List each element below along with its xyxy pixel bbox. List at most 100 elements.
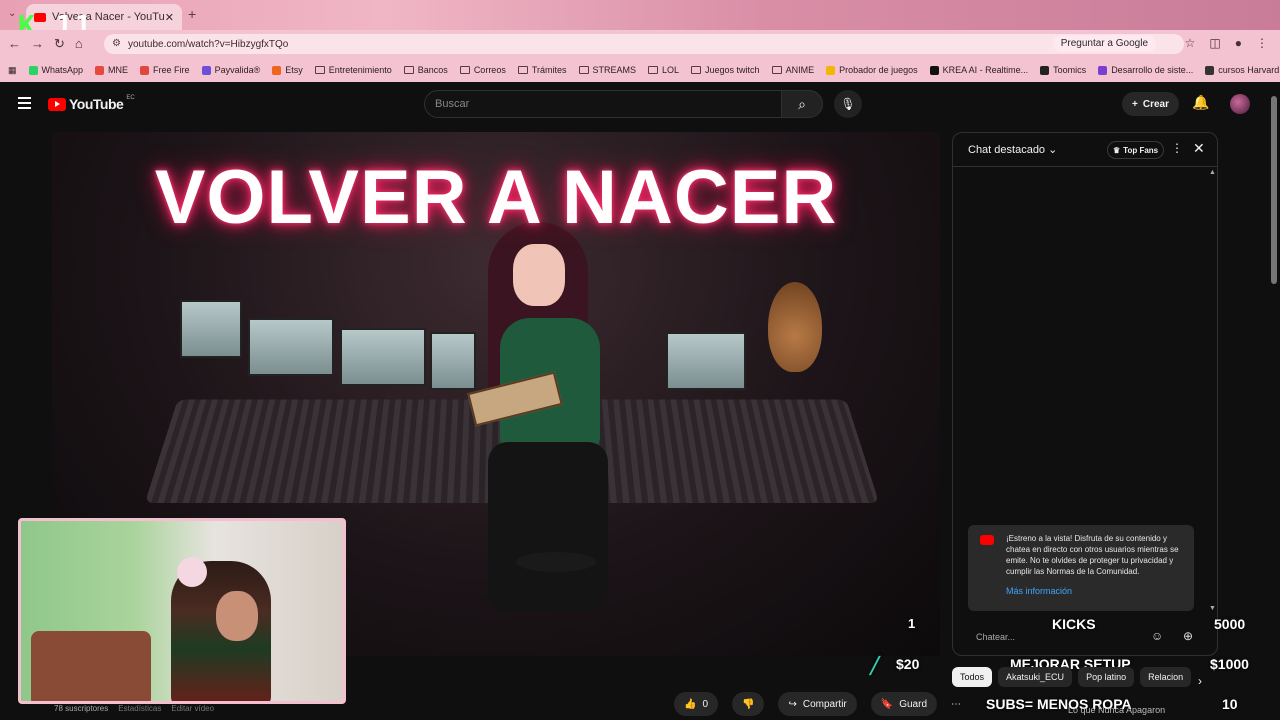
ask-google-button[interactable]: Preguntar a Google — [1052, 35, 1156, 52]
add-icon[interactable]: ⊕ — [1183, 629, 1193, 643]
bookmark-item[interactable]: Correos — [459, 65, 506, 75]
extensions-icon[interactable]: ◫ — [1209, 36, 1220, 50]
chat-scroll-down-icon[interactable]: ▼ — [1209, 605, 1216, 612]
bookmark-item[interactable]: Bancos — [403, 65, 448, 75]
save-button[interactable]: 🔖 Guard — [870, 692, 938, 716]
bookmark-item[interactable]: Free Fire — [140, 65, 190, 75]
bookmark-item[interactable]: Payvalida® — [201, 65, 260, 75]
stats-button[interactable]: Estadísticas — [118, 704, 161, 713]
bookmark-item[interactable]: KREA AI - Realtime... — [929, 65, 1028, 75]
chat-placeholder: Chatear... — [976, 632, 1016, 642]
emoji-icon[interactable]: ☺ — [1151, 629, 1163, 643]
video-title-overlay: VOLVER A NACER — [154, 155, 838, 240]
bookmark-item[interactable]: Entretenimiento — [314, 65, 392, 75]
folder-icon — [771, 66, 782, 74]
filter-chip[interactable]: Todos — [952, 667, 993, 687]
bookmark-label: Etsy — [285, 65, 303, 75]
account-avatar[interactable] — [1230, 94, 1250, 114]
filter-chip[interactable]: Pop latino — [1078, 667, 1135, 687]
bookmark-item[interactable]: Etsy — [272, 65, 303, 75]
bookmark-star-icon[interactable]: ☆ — [1185, 36, 1196, 50]
studio-monitor — [666, 332, 746, 390]
filter-chip[interactable]: Akatsuki_ECU — [998, 667, 1073, 687]
bookmark-label: ANIME — [785, 65, 815, 75]
create-label: Crear — [1142, 98, 1169, 110]
youtube-logo[interactable]: YouTube EC — [48, 95, 135, 112]
reload-icon[interactable]: ↻ — [54, 36, 65, 52]
chat-more-icon[interactable]: ⋮ — [1171, 141, 1183, 155]
anime-woman-figure — [448, 222, 648, 652]
more-info-link[interactable]: Más información — [1006, 586, 1186, 597]
edit-video-button[interactable]: Editar vídeo — [171, 704, 214, 713]
bookmark-icon: 🔖 — [880, 698, 894, 710]
search-button[interactable]: ⌕ — [781, 90, 823, 118]
url-field[interactable]: ⚙ youtube.com/watch?v=HibzygfxTQo — [104, 34, 1184, 54]
apps-grid-icon[interactable]: ▦ — [8, 65, 17, 76]
bookmark-favicon-icon — [1098, 65, 1108, 75]
bookmark-favicon-icon — [28, 65, 38, 75]
nav-buttons: ← → ↻ ⌂ — [8, 36, 83, 52]
live-chat-panel: Chat destacado ⌄ ♛ Top Fans ⋮ ✕ ▲ ¡Estren… — [952, 132, 1218, 656]
bookmark-favicon-icon — [201, 65, 211, 75]
related-video-title[interactable]: Lo que Nunca Apagaron — [1068, 705, 1165, 715]
chat-title: Chat destacado — [968, 144, 1046, 156]
bookmark-label: Trámites — [531, 65, 567, 75]
home-icon[interactable]: ⌂ — [75, 36, 83, 52]
overlay-counter: 1 — [908, 616, 916, 631]
tab-search-icon[interactable]: ⌄ — [8, 8, 16, 19]
overlay-kicks-label: KICKS — [1052, 616, 1096, 632]
notifications-bell-icon[interactable]: 🔔 — [1192, 94, 1209, 111]
youtube-header: YouTube EC Buscar ⌕ 🎙 + Crear 🔔 — [0, 84, 1280, 124]
studio-monitor — [340, 328, 426, 386]
filter-chip[interactable]: Relacion — [1140, 667, 1192, 687]
bookmark-item[interactable]: WhatsApp — [28, 65, 83, 75]
share-button[interactable]: ↪ Compartir — [778, 692, 857, 716]
chat-scroll-up-icon[interactable]: ▲ — [1209, 169, 1216, 176]
page-scrollbar[interactable] — [1271, 96, 1277, 284]
dislike-button[interactable]: 👎 — [732, 692, 765, 716]
like-button[interactable]: 👍 0 — [674, 692, 719, 716]
back-icon[interactable]: ← — [8, 36, 21, 52]
chat-mode-dropdown[interactable]: Chat destacado ⌄ — [968, 143, 1057, 156]
bookmark-item[interactable]: Toomics — [1040, 65, 1086, 75]
bookmark-item[interactable]: Juegos twitch — [691, 65, 760, 75]
microphone-icon: 🎙 — [840, 97, 856, 111]
chips-next-icon[interactable]: › — [1198, 674, 1202, 688]
bookmark-item[interactable]: STREAMS — [578, 65, 636, 75]
bookmark-item[interactable]: Trámites — [517, 65, 567, 75]
search-icon: ⌕ — [798, 95, 806, 112]
top-fans-button[interactable]: ♛ Top Fans — [1107, 141, 1165, 159]
close-chat-icon[interactable]: ✕ — [1193, 140, 1205, 157]
new-tab-icon[interactable]: + — [188, 6, 196, 22]
create-button[interactable]: + Crear — [1122, 92, 1179, 116]
video-actions: 👍 0 👎 ↪ Compartir 🔖 Guard ⋯ — [674, 692, 961, 716]
close-tab-icon[interactable]: ✕ — [165, 11, 174, 24]
folder-icon — [691, 66, 702, 74]
more-actions-icon[interactable]: ⋯ — [951, 699, 961, 710]
bookmark-item[interactable]: Probador de juegos — [826, 65, 918, 75]
search-input[interactable]: Buscar — [424, 90, 782, 118]
bookmark-label: Bancos — [417, 65, 448, 75]
bookmark-item[interactable]: ANIME — [771, 65, 815, 75]
menu-hamburger-icon[interactable] — [18, 97, 31, 112]
forward-icon[interactable]: → — [31, 36, 44, 52]
bookmark-favicon-icon — [929, 65, 939, 75]
studio-monitor — [180, 300, 242, 358]
bookmark-label: Entretenimiento — [328, 65, 392, 75]
bookmark-item[interactable]: MNE — [95, 65, 128, 75]
voice-search-button[interactable]: 🎙 — [834, 90, 862, 118]
profile-icon[interactable]: ● — [1235, 36, 1242, 50]
folder-icon — [459, 66, 470, 74]
subscriber-count: 78 suscriptores — [54, 704, 109, 713]
bookmark-item[interactable]: LOL — [648, 65, 679, 75]
bookmark-label: LOL — [662, 65, 680, 75]
bookmark-item[interactable]: Desarrollo de siste... — [1098, 65, 1193, 75]
bookmark-label: MNE — [108, 65, 129, 75]
menu-kebab-icon[interactable]: ⋮ — [1256, 36, 1268, 50]
site-info-icon[interactable]: ⚙ — [112, 38, 121, 49]
bookmark-label: cursos Harvard — [1218, 65, 1280, 75]
share-label: Compartir — [802, 698, 847, 710]
bookmark-item[interactable]: cursos Harvard — [1205, 65, 1279, 75]
screen: ⌄ Volver a Nacer - YouTube ✕ + K 11 ← → … — [0, 0, 1280, 720]
address-bar-row: ← → ↻ ⌂ ⚙ youtube.com/watch?v=HibzygfxTQ… — [0, 30, 1280, 58]
